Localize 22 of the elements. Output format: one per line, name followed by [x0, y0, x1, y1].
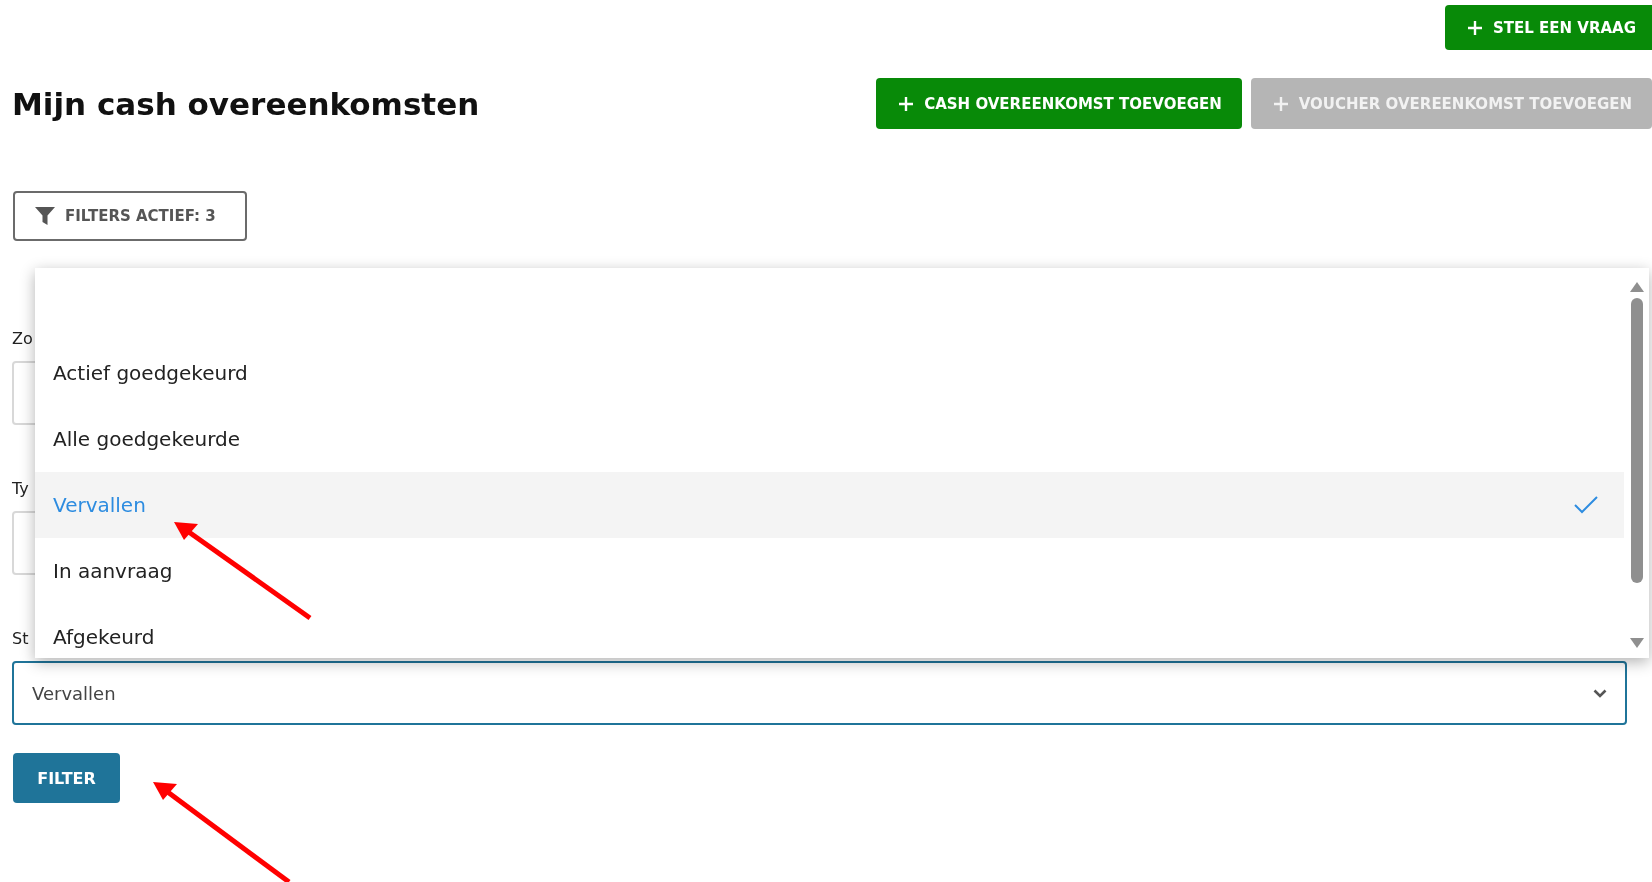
check-icon: [1574, 496, 1598, 514]
status-select[interactable]: Vervallen: [12, 661, 1627, 725]
page-title: Mijn cash overeenkomsten: [12, 85, 480, 122]
filter-icon: [35, 207, 55, 225]
plus-icon: [1466, 19, 1483, 36]
field-label: Zo: [12, 328, 33, 350]
plus-icon: [1272, 95, 1289, 112]
ask-question-button[interactable]: STEL EEN VRAAG: [1444, 5, 1652, 50]
dropdown-option[interactable]: Actief goedgekeurd: [35, 340, 1624, 406]
filter-button[interactable]: FILTER: [13, 753, 120, 803]
add-agreement-button[interactable]: CASH OVEREENKOMST TOEVOEGEN: [876, 78, 1242, 129]
scroll-down-icon[interactable]: [1629, 638, 1644, 648]
scrollbar-thumb[interactable]: [1630, 298, 1643, 583]
field-label: Ty: [12, 478, 29, 500]
dropdown-option[interactable]: In aanvraag: [35, 538, 1624, 604]
dropdown-option[interactable]: Alle goedgekeurde: [35, 406, 1624, 472]
scroll-up-icon[interactable]: [1629, 282, 1644, 292]
filters-button[interactable]: FILTERS ACTIEF: 3: [13, 191, 247, 241]
chevron-down-icon: [1593, 688, 1607, 698]
plus-icon: [898, 95, 915, 112]
dropdown-option[interactable]: Afgekeurd: [35, 604, 1624, 658]
field-label: St: [12, 628, 29, 650]
